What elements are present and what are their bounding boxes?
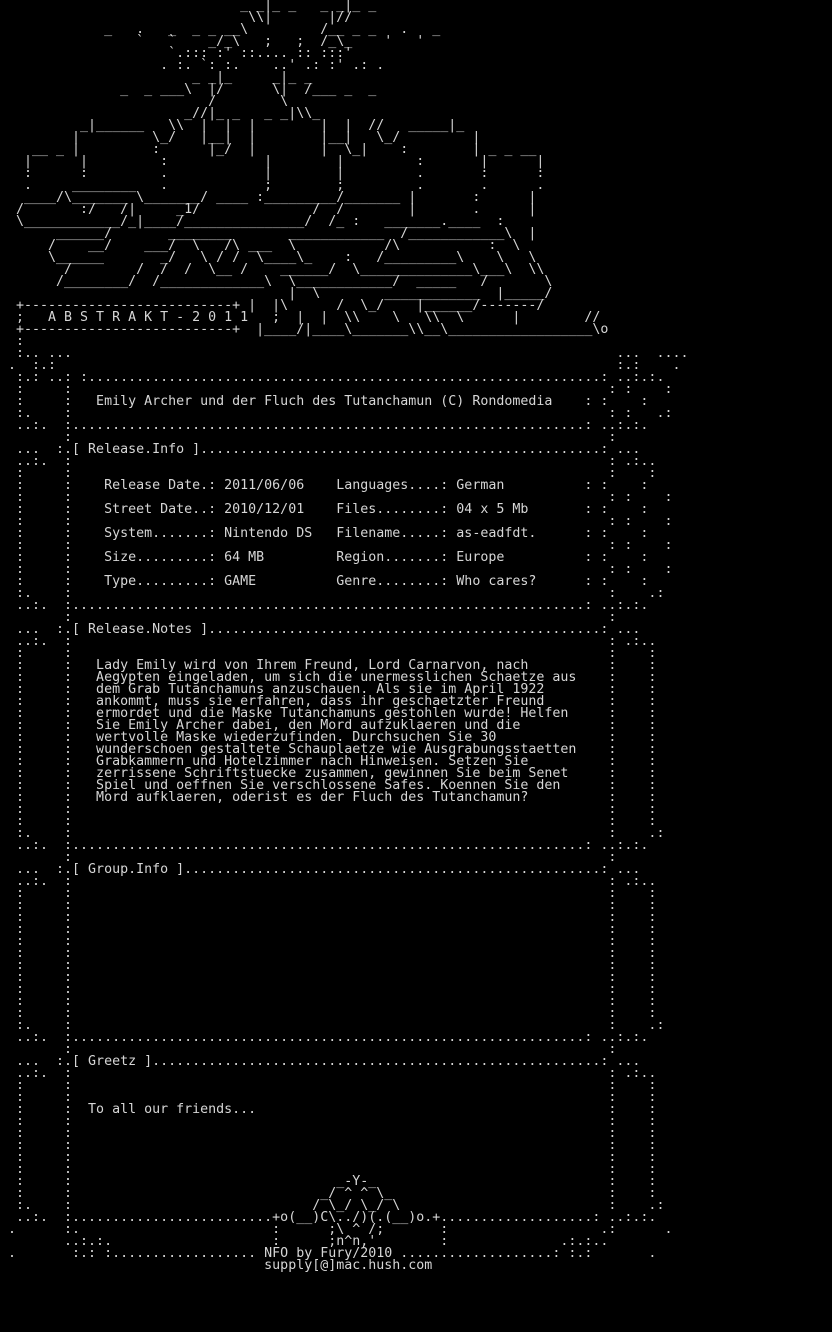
nfo-text: _ _|_ _ _ _|_ _ \\| |// _ . _ _ _ __\ /_… xyxy=(8,0,688,1272)
nfo-viewer: { "nfo": { "lines": [ " _ _|_ _ _ _|_ _"… xyxy=(0,0,832,1332)
nfo-line: supply[@]mac.hush.com xyxy=(8,1258,433,1273)
nfo-line: +--------------------------+ |____/|____… xyxy=(8,322,609,337)
